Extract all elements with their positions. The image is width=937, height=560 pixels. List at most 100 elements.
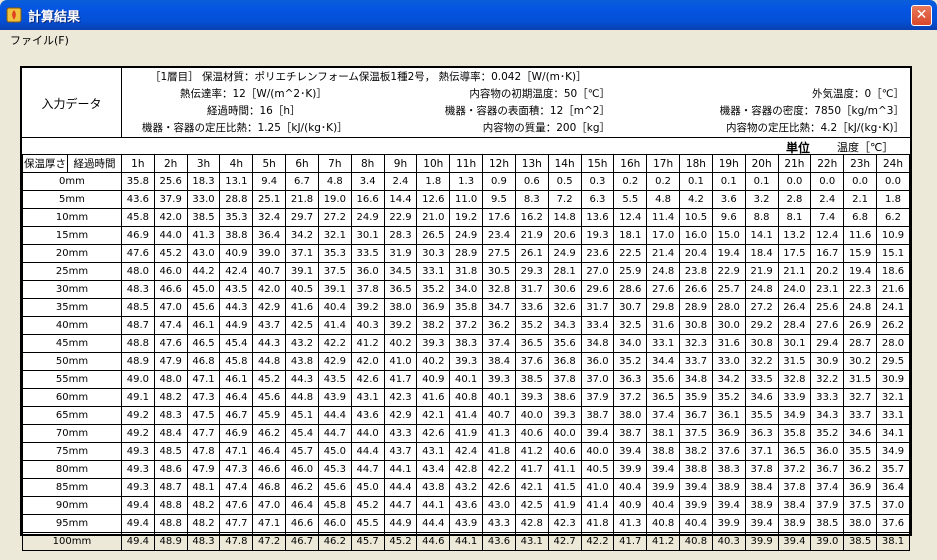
temperature-cell: 43.1 (416, 442, 451, 461)
temperature-cell: 10.5 (679, 208, 713, 227)
temperature-cell: 42.4 (219, 262, 254, 281)
temperature-cell: 9.6 (711, 208, 746, 227)
temperature-cell: 42.5 (514, 496, 549, 515)
temperature-cell: 33.3 (810, 388, 845, 407)
temperature-cell: 22.3 (843, 280, 877, 299)
thickness-cell: 45mm (22, 334, 122, 353)
temperature-cell: 43.6 (350, 406, 385, 425)
temperature-cell: 41.3 (186, 226, 221, 245)
thickness-cell: 40mm (22, 316, 122, 335)
temperature-cell: 26.1 (514, 244, 549, 263)
temperature-cell: 34.7 (482, 298, 516, 317)
thickness-cell: 90mm (22, 496, 122, 515)
temperature-cell: 30.7 (613, 298, 648, 317)
app-icon (6, 7, 22, 23)
temperature-cell: 16.7 (810, 244, 845, 263)
temperature-cell: 33.4 (580, 316, 615, 335)
temperature-cell: 2.4 (810, 190, 845, 209)
temperature-cell: 13.2 (777, 226, 812, 245)
temperature-cell: 43.6 (120, 190, 155, 209)
temperature-cell: 45.4 (285, 424, 319, 443)
temperature-cell: 48.8 (120, 334, 155, 353)
close-button[interactable]: ✕ (911, 5, 932, 26)
temperature-cell: 40.4 (317, 298, 352, 317)
temperature-cell: 35.8 (120, 172, 155, 191)
temperature-cell: 47.1 (252, 514, 287, 533)
temperature-cell: 45.4 (219, 334, 254, 353)
thickness-cell: 65mm (22, 406, 122, 425)
header-elapsed: 経過時間 (66, 154, 122, 173)
temperature-cell: 46.4 (252, 442, 287, 461)
equipment-specific-heat: 機器・容器の定圧比熱：1.25［kJ/(kg･K)］ (142, 122, 348, 134)
temperature-cell: 34.3 (547, 316, 582, 335)
temperature-cell: 18.4 (744, 244, 779, 263)
input-data-label: 入力データ (22, 68, 122, 138)
temperature-cell: 35.5 (843, 442, 877, 461)
temperature-cell: 46.9 (219, 424, 254, 443)
temperature-cell: 39.3 (449, 352, 484, 371)
temperature-cell: 48.3 (153, 406, 188, 425)
temperature-cell: 3.4 (350, 172, 385, 191)
temperature-cell: 41.5 (547, 478, 582, 497)
temperature-cell: 34.9 (777, 406, 812, 425)
temperature-cell: 31.9 (383, 244, 418, 263)
temperature-cell: 44.3 (285, 370, 319, 389)
temperature-cell: 38.5 (514, 370, 549, 389)
menu-file[interactable]: ファイル(F) (10, 32, 69, 48)
thickness-cell: 95mm (22, 514, 122, 533)
temperature-cell: 40.9 (613, 496, 648, 515)
temperature-cell: 37.6 (875, 514, 911, 533)
temperature-cell: 48.3 (186, 532, 221, 551)
temperature-cell: 44.4 (416, 514, 451, 533)
temperature-cell: 11.6 (843, 226, 877, 245)
temperature-cell: 38.3 (449, 334, 484, 353)
temperature-cell: 41.6 (416, 388, 451, 407)
temperature-cell: 46.1 (219, 370, 254, 389)
temperature-cell: 11.4 (646, 208, 681, 227)
temperature-cell: 39.9 (646, 478, 681, 497)
temperature-cell: 27.6 (646, 280, 681, 299)
temperature-cell: 6.7 (285, 172, 319, 191)
temperature-cell: 35.2 (810, 424, 845, 443)
temperature-cell: 39.4 (777, 532, 812, 551)
temperature-cell: 43.8 (285, 352, 319, 371)
temperature-cell: 39.9 (679, 496, 713, 515)
header-thickness: 保温厚さ (22, 154, 68, 173)
temperature-cell: 46.6 (252, 460, 287, 479)
temperature-cell: 47.7 (219, 514, 254, 533)
temperature-cell: 43.7 (383, 442, 418, 461)
temperature-cell: 49.4 (120, 496, 155, 515)
temperature-cell: 49.0 (120, 370, 155, 389)
temperature-cell: 40.4 (613, 478, 648, 497)
temperature-cell: 35.6 (646, 370, 681, 389)
table-row: 70mm 49.2 48.4 47.7 46.9 46.2 45.4 44.7 44.0 43.3… (22, 424, 911, 443)
temperature-cell: 38.2 (416, 316, 451, 335)
temperature-cell: 30.2 (843, 352, 877, 371)
temperature-cell: 34.2 (285, 226, 319, 245)
temperature-cell: 48.1 (186, 478, 221, 497)
temperature-cell: 45.2 (383, 532, 418, 551)
table-row: 55mm 49.0 48.0 47.1 46.1 45.2 44.3 43.5 42.6 41.7… (22, 370, 911, 389)
temperature-cell: 36.5 (646, 388, 681, 407)
temperature-cell: 24.9 (350, 208, 385, 227)
temperature-cell: 33.7 (843, 406, 877, 425)
temperature-cell: 37.6 (711, 442, 746, 461)
temperature-cell: 44.4 (383, 478, 418, 497)
temperature-cell: 3.2 (744, 190, 779, 209)
thickness-cell: 80mm (22, 460, 122, 479)
temperature-cell: 20.6 (547, 226, 582, 245)
temperature-cell: 23.8 (679, 262, 713, 281)
header-hour: 3h (186, 154, 221, 173)
temperature-cell: 44.1 (449, 532, 484, 551)
temperature-cell: 40.2 (416, 352, 451, 371)
temperature-cell: 47.3 (186, 388, 221, 407)
temperature-cell: 41.9 (449, 424, 484, 443)
temperature-cell: 15.1 (875, 244, 911, 263)
results-panel: 入力データ ［1層目］ 保温材質：ポリエチレンフォーム保温板1種2号， 熱伝導率… (20, 66, 912, 551)
temperature-cell: 32.8 (777, 370, 812, 389)
temperature-cell: 49.2 (120, 406, 155, 425)
temperature-cell: 47.1 (186, 370, 221, 389)
temperature-cell: 33.5 (744, 370, 779, 389)
temperature-cell: 45.8 (219, 352, 254, 371)
temperature-cell: 34.1 (875, 424, 911, 443)
